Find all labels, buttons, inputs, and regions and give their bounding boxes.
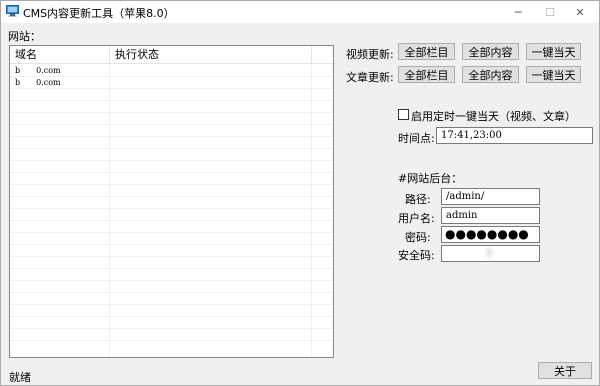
table-row-empty	[10, 149, 333, 161]
table-row-empty	[10, 125, 333, 137]
row-domain: b 0.com	[15, 66, 61, 75]
article-all-content-button[interactable]: 全部内容	[462, 66, 519, 83]
table-row-empty	[10, 281, 333, 293]
time-point-label: 时间点:	[398, 132, 435, 145]
column-header-status[interactable]: 执行状态	[110, 46, 312, 64]
schedule-enable-checkbox[interactable]	[398, 109, 409, 120]
path-input[interactable]: /admin/	[441, 188, 540, 205]
table-row[interactable]: b 0.com	[10, 77, 333, 89]
close-button[interactable]: ✕	[557, 1, 599, 23]
table-row-empty	[10, 209, 333, 221]
minimize-icon: ─	[514, 5, 522, 19]
row-domain: b 0.com	[15, 78, 61, 87]
sites-label: 网站：	[8, 30, 41, 43]
security-code-value: 1	[446, 248, 493, 259]
close-icon: ✕	[575, 5, 585, 19]
table-row-empty	[10, 257, 333, 269]
security-code-label: 安全码:	[398, 249, 435, 262]
video-update-label: 视频更新:	[346, 48, 394, 61]
table-row-empty	[10, 221, 333, 233]
table-row-empty	[10, 137, 333, 149]
table-row-empty	[10, 245, 333, 257]
backend-section-label: #网站后台：	[398, 172, 463, 185]
time-point-input[interactable]: 17:41,23:00	[436, 127, 593, 144]
table-row-empty	[10, 233, 333, 245]
table-row-empty	[10, 173, 333, 185]
app-monitor-icon	[6, 5, 19, 17]
table-row-empty	[10, 89, 333, 101]
table-row-empty	[10, 269, 333, 281]
table-row-empty	[10, 305, 333, 317]
status-text: 就绪	[9, 371, 31, 384]
title-bar: CMS内容更新工具（苹果8.0） ─ ☐ ✕	[1, 1, 599, 23]
table-row-empty	[10, 161, 333, 173]
article-all-columns-button[interactable]: 全部栏目	[398, 66, 455, 83]
maximize-icon: ☐	[545, 5, 555, 19]
site-list[interactable]: 域名 执行状态 b 0.com b 0.com	[9, 45, 334, 358]
username-label: 用户名:	[398, 212, 435, 225]
password-input[interactable]: ●●●●●●●●	[441, 226, 540, 243]
window-title: CMS内容更新工具（苹果8.0）	[23, 7, 175, 20]
table-row[interactable]: b 0.com	[10, 65, 333, 77]
security-code-input[interactable]: 1	[441, 245, 540, 262]
path-label: 路径:	[405, 193, 431, 206]
schedule-enable-label: 启用定时一键当天（视频、文章）	[411, 110, 576, 123]
column-header-domain[interactable]: 域名	[10, 46, 110, 64]
table-row-empty	[10, 197, 333, 209]
table-row-empty	[10, 317, 333, 329]
table-row-empty	[10, 113, 333, 125]
about-button[interactable]: 关于	[538, 362, 592, 379]
main-window: CMS内容更新工具（苹果8.0） ─ ☐ ✕ 网站： 域名 执行状态 b 0.c…	[0, 0, 600, 386]
table-row-empty	[10, 185, 333, 197]
table-row-empty	[10, 293, 333, 305]
site-list-rows: b 0.com b 0.com	[10, 65, 333, 341]
site-list-header: 域名 执行状态	[10, 46, 333, 64]
article-one-click-today-button[interactable]: 一键当天	[526, 66, 581, 83]
table-row-empty	[10, 329, 333, 341]
video-all-content-button[interactable]: 全部内容	[462, 43, 519, 60]
password-label: 密码:	[405, 231, 431, 244]
username-input[interactable]: admin	[441, 207, 540, 224]
table-row-empty	[10, 101, 333, 113]
video-one-click-today-button[interactable]: 一键当天	[526, 43, 581, 60]
article-update-label: 文章更新:	[346, 71, 394, 84]
video-all-columns-button[interactable]: 全部栏目	[398, 43, 455, 60]
